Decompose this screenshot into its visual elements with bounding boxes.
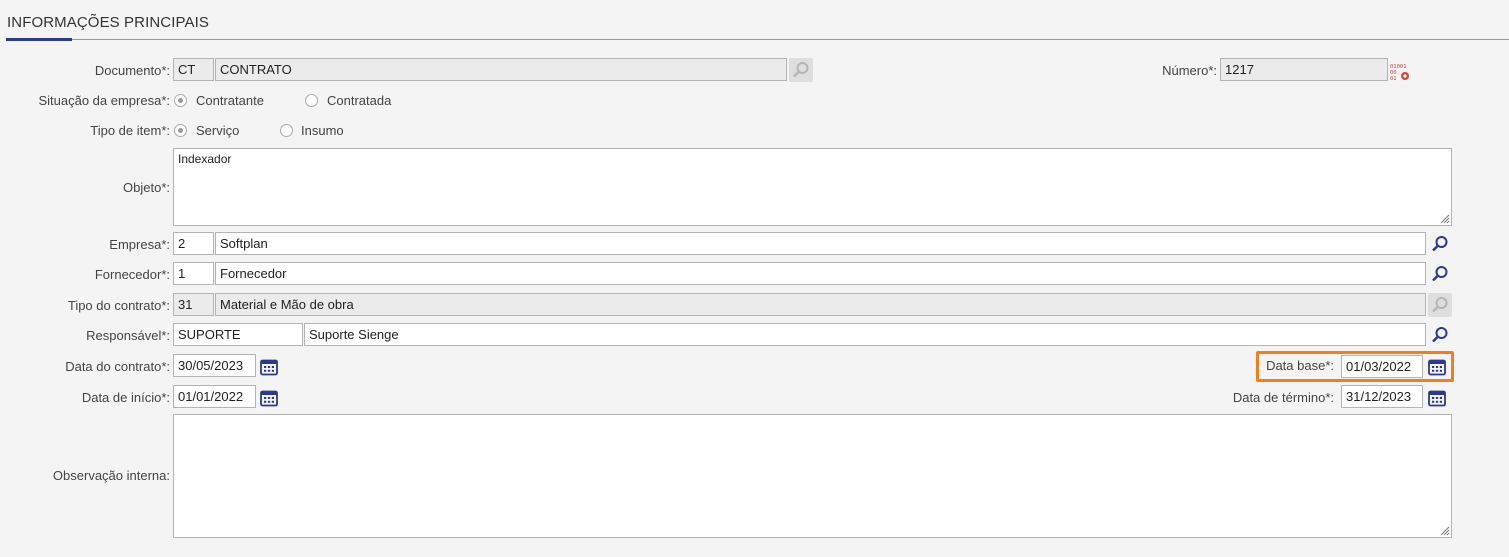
objeto-textarea[interactable]: Indexador <box>173 148 1452 226</box>
tipo-item-label: Tipo de item*: <box>90 123 170 138</box>
data-contrato-calendar-button[interactable] <box>257 355 281 379</box>
tipo-contrato-search-button[interactable] <box>1428 293 1452 317</box>
svg-text:01: 01 <box>1390 76 1397 82</box>
number-generator-button[interactable]: 01001 00 01 <box>1388 60 1412 84</box>
responsavel-search-button[interactable] <box>1428 323 1452 347</box>
resize-grip-icon[interactable] <box>1438 524 1450 536</box>
data-base-calendar-button[interactable] <box>1425 355 1449 379</box>
data-base-field[interactable]: 01/03/2022 <box>1341 355 1423 378</box>
search-icon <box>1432 327 1448 343</box>
calendar-icon <box>260 359 278 376</box>
tipo-contrato-name-field[interactable]: Material e Mão de obra <box>215 293 1426 316</box>
observacao-textarea[interactable] <box>173 414 1452 538</box>
situacao-label: Situação da empresa*: <box>38 93 170 108</box>
objeto-label: Objeto*: <box>123 180 170 195</box>
search-icon <box>1432 266 1448 282</box>
tipo-item-insumo-label: Insumo <box>301 123 344 138</box>
responsavel-code-field[interactable]: SUPORTE <box>173 323 303 346</box>
search-icon <box>793 62 809 78</box>
documento-label: Documento*: <box>94 63 170 78</box>
responsavel-label: Responsável*: <box>86 328 170 343</box>
responsavel-name-field[interactable]: Suporte Sienge <box>304 323 1426 346</box>
empresa-code-field[interactable]: 2 <box>173 232 214 255</box>
fornecedor-code-field[interactable]: 1 <box>173 262 214 285</box>
resize-grip-icon[interactable] <box>1438 212 1450 224</box>
search-icon <box>1432 236 1448 252</box>
data-inicio-field[interactable]: 01/01/2022 <box>173 385 256 408</box>
data-contrato-label: Data do contrato*: <box>65 359 170 374</box>
numero-label: Número*: <box>1162 63 1217 78</box>
calendar-icon <box>1428 359 1446 376</box>
empresa-search-button[interactable] <box>1428 232 1452 256</box>
number-generator-icon: 01001 00 01 <box>1390 64 1409 82</box>
section-title: INFORMAÇÕES PRINCIPAIS <box>7 14 209 31</box>
data-base-label: Data base*: <box>1266 358 1334 373</box>
data-termino-field[interactable]: 31/12/2023 <box>1341 385 1423 408</box>
observacao-label: Observação interna: <box>52 468 170 483</box>
tipo-contrato-label: Tipo do contrato*: <box>67 298 170 313</box>
tipo-item-servico-label: Serviço <box>196 123 240 138</box>
calendar-icon <box>1428 390 1446 407</box>
tipo-item-insumo-radio[interactable] <box>280 124 293 137</box>
empresa-name-field[interactable]: Softplan <box>215 232 1426 255</box>
section-header: INFORMAÇÕES PRINCIPAIS <box>6 12 1509 41</box>
data-contrato-field[interactable]: 30/05/2023 <box>173 354 256 377</box>
fornecedor-name-field[interactable]: Fornecedor <box>215 262 1426 285</box>
numero-field[interactable]: 1217 <box>1220 58 1388 81</box>
situacao-contratada-label: Contratada <box>327 93 392 108</box>
objeto-value: Indexador <box>178 152 232 166</box>
data-inicio-calendar-button[interactable] <box>257 386 281 410</box>
data-termino-calendar-button[interactable] <box>1425 386 1449 410</box>
situacao-contratante-label: Contratante <box>196 93 264 108</box>
fornecedor-label: Fornecedor*: <box>94 267 170 282</box>
tipo-item-servico-radio[interactable] <box>174 124 187 137</box>
documento-code-field[interactable]: CT <box>173 58 214 81</box>
section-title-underline <box>6 38 72 41</box>
documento-name-field[interactable]: CONTRATO <box>215 58 787 81</box>
data-inicio-label: Data de início*: <box>81 390 170 405</box>
situacao-contratante-radio[interactable] <box>174 94 187 107</box>
situacao-contratada-radio[interactable] <box>305 94 318 107</box>
fornecedor-search-button[interactable] <box>1428 262 1452 286</box>
data-termino-label: Data de término*: <box>1232 390 1334 405</box>
calendar-icon <box>260 390 278 407</box>
tipo-contrato-code-field[interactable]: 31 <box>173 293 214 316</box>
empresa-label: Empresa*: <box>109 237 170 252</box>
search-icon <box>1432 297 1448 313</box>
documento-search-button[interactable] <box>789 58 813 82</box>
